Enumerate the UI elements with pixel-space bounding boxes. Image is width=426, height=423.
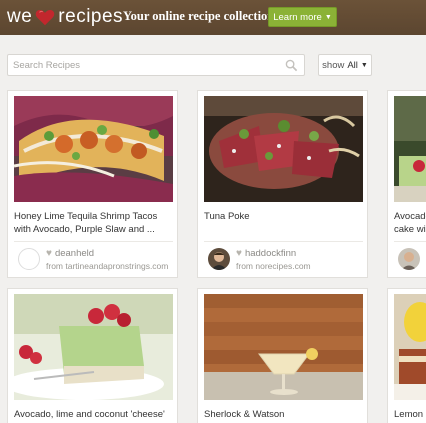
username: haddockfinn bbox=[244, 248, 297, 259]
search-input[interactable]: Search Recipes bbox=[7, 54, 305, 76]
show-label: show bbox=[322, 59, 345, 71]
top-header: we recipes Your online recipe collection… bbox=[0, 0, 426, 35]
card-divider bbox=[14, 241, 173, 242]
card-divider bbox=[204, 241, 363, 242]
recipe-card[interactable]: Honey Lime Tequila Shrimp Tacos with Avo… bbox=[7, 90, 178, 278]
recipe-title[interactable]: Avocado, lime and coconut 'cheese' bbox=[14, 408, 165, 421]
avatar[interactable] bbox=[18, 248, 40, 270]
recipe-card[interactable]: Sherlock & Watson bbox=[197, 288, 368, 423]
recipe-image-avocado-cheese[interactable] bbox=[14, 294, 173, 400]
show-value: All bbox=[347, 59, 358, 71]
site-logo[interactable]: we recipes bbox=[7, 4, 123, 30]
recipe-title[interactable]: Sherlock & Watson bbox=[204, 408, 284, 421]
recipe-image-shrimp-tacos[interactable] bbox=[14, 96, 173, 202]
caret-down-icon: ▼ bbox=[324, 13, 332, 21]
avatar[interactable] bbox=[208, 248, 230, 270]
recipe-title-continued[interactable]: cake wi bbox=[394, 223, 426, 236]
username: deanheld bbox=[54, 248, 95, 259]
recipe-card[interactable]: Tuna Poke ♥ haddockfinn from norecipes.c… bbox=[197, 90, 368, 278]
heart-icon: ♥ bbox=[46, 248, 52, 259]
caret-down-icon: ▼ bbox=[360, 61, 368, 69]
search-icon[interactable] bbox=[285, 59, 298, 72]
recipe-source[interactable]: from norecipes.com bbox=[236, 261, 311, 271]
avatar[interactable] bbox=[398, 248, 420, 270]
recipe-title[interactable]: Honey Lime Tequila Shrimp Tacos bbox=[14, 210, 157, 223]
recipe-title[interactable]: Avocado bbox=[394, 210, 426, 223]
heart-logo-icon bbox=[36, 9, 55, 26]
show-filter-dropdown[interactable]: show All ▼ bbox=[318, 54, 372, 76]
recipe-title[interactable]: Lemon bbox=[394, 408, 423, 421]
recipe-title-continued[interactable]: with Avocado, Purple Slaw and ... bbox=[14, 223, 155, 236]
learn-more-button[interactable]: Learn more ▼ bbox=[268, 7, 337, 27]
recipe-image-avocado-cake[interactable] bbox=[394, 96, 426, 202]
recipe-card[interactable]: Avocado, lime and coconut 'cheese' bbox=[7, 288, 178, 423]
recipe-title[interactable]: Tuna Poke bbox=[204, 210, 250, 223]
recipe-source[interactable]: from tartineandapronstrings.com bbox=[46, 261, 168, 271]
recipe-card[interactable]: Lemon bbox=[387, 288, 426, 423]
logo-text-recipes: recipes bbox=[58, 6, 124, 27]
favorited-by[interactable]: ♥ deanheld bbox=[46, 248, 94, 259]
heart-icon: ♥ bbox=[236, 248, 242, 259]
learn-more-label: Learn more bbox=[273, 11, 322, 23]
recipe-image-sherlock-watson[interactable] bbox=[204, 294, 363, 400]
logo-text-we: we bbox=[7, 6, 33, 27]
site-tagline: Your online recipe collection bbox=[123, 9, 275, 23]
search-placeholder: Search Recipes bbox=[13, 60, 81, 71]
recipe-image-tuna-poke[interactable] bbox=[204, 96, 363, 202]
recipe-card[interactable]: Avocado cake wi bbox=[387, 90, 426, 278]
card-divider bbox=[394, 241, 426, 242]
favorited-by[interactable]: ♥ haddockfinn bbox=[236, 248, 296, 259]
recipe-image-lemon[interactable] bbox=[394, 294, 426, 400]
